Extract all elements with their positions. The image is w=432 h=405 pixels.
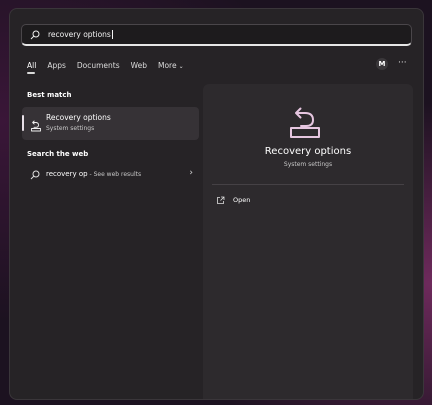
chevron-right-icon[interactable]: ›	[189, 168, 193, 178]
best-match-subtitle: System settings	[46, 125, 95, 132]
tab-web[interactable]: Web	[131, 60, 147, 74]
detail-title: Recovery options	[264, 146, 352, 157]
account-avatar[interactable]: M	[376, 58, 388, 70]
search-box[interactable]: recovery options	[21, 24, 412, 46]
best-match-title: Recovery options	[46, 113, 111, 122]
open-action[interactable]: Open	[216, 194, 250, 206]
web-result-label: recovery op - See web results	[46, 170, 141, 178]
search-icon	[30, 170, 40, 180]
tab-more-label: More	[158, 61, 177, 70]
web-result-suffix: - See web results	[87, 171, 142, 178]
web-search-result[interactable]: recovery op - See web results ›	[22, 166, 199, 184]
best-match-result[interactable]: Recovery options System settings	[22, 107, 199, 140]
recovery-icon	[30, 117, 42, 132]
tab-all[interactable]: All	[27, 60, 36, 74]
web-query-text: recovery op	[46, 170, 88, 178]
open-action-label: Open	[233, 196, 251, 204]
tab-documents[interactable]: Documents	[77, 60, 120, 74]
recovery-icon	[288, 106, 322, 140]
more-options-icon[interactable]: ···	[398, 58, 407, 68]
tab-apps[interactable]: Apps	[47, 60, 66, 74]
text-caret	[111, 30, 113, 40]
search-icon	[30, 30, 40, 40]
detail-subtitle: System settings	[283, 161, 333, 168]
chevron-down-icon: ⌄	[178, 63, 184, 70]
filter-tabs: All Apps Documents Web More ⌄	[27, 60, 195, 74]
selection-indicator	[22, 115, 24, 131]
divider	[212, 184, 404, 185]
search-web-heading: Search the web	[27, 150, 89, 158]
detail-pane: Recovery options System settings Open	[203, 84, 413, 399]
tab-more[interactable]: More ⌄	[158, 60, 184, 74]
search-input[interactable]: recovery options	[48, 30, 113, 40]
best-match-heading: Best match	[27, 91, 72, 99]
start-search-panel: recovery options All Apps Documents Web …	[9, 8, 424, 400]
open-external-icon	[216, 196, 225, 205]
